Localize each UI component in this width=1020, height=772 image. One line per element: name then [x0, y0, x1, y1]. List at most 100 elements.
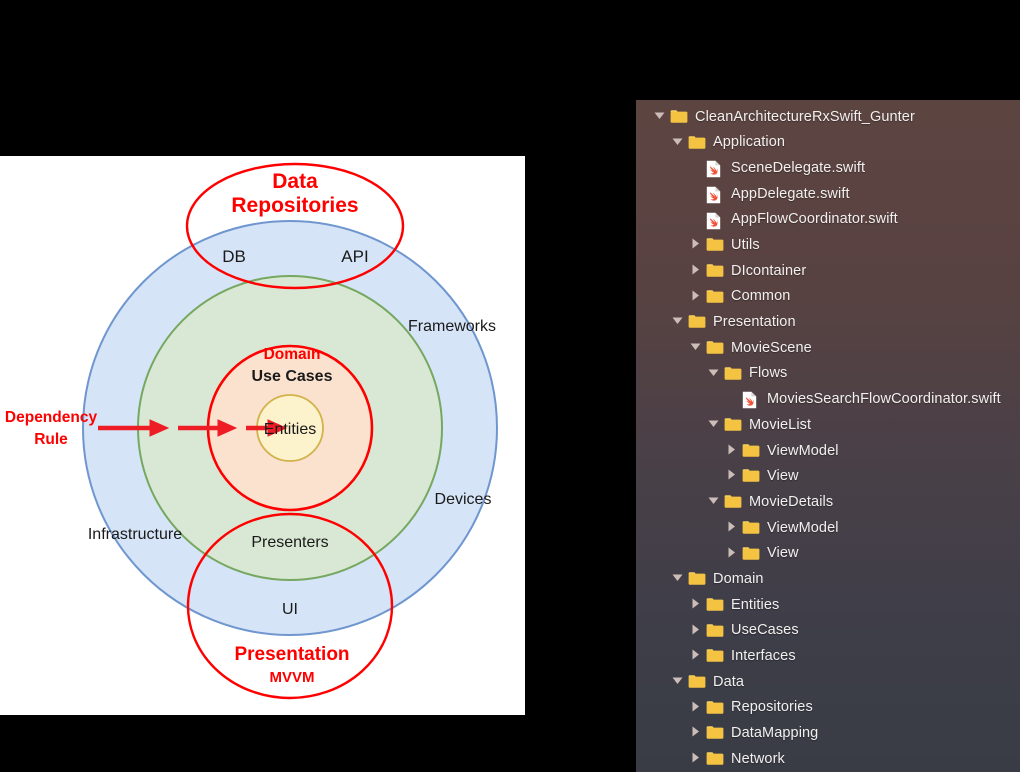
folder-icon	[742, 443, 760, 459]
label-data-repositories-line2: Repositories	[231, 194, 358, 217]
label-api: API	[341, 247, 368, 266]
chevron-right-icon[interactable]	[690, 290, 704, 304]
tree-item-label: DIcontainer	[731, 262, 807, 279]
folder-icon	[742, 468, 760, 484]
tree-item-label: Interfaces	[731, 648, 796, 665]
tree-row[interactable]: MovieList	[636, 412, 1020, 438]
chevron-down-icon[interactable]	[672, 675, 686, 689]
tree-row[interactable]: Flows	[636, 361, 1020, 387]
tree-row[interactable]: Utils	[636, 232, 1020, 258]
chevron-right-icon[interactable]	[726, 444, 740, 458]
tree-row[interactable]: Domain	[636, 566, 1020, 592]
tree-item-label: Entities	[731, 596, 780, 613]
tree-disclosure-placeholder	[690, 213, 704, 227]
folder-icon	[688, 674, 706, 690]
tree-row[interactable]: MoviesSearchFlowCoordinator.swift	[636, 387, 1020, 413]
chevron-down-icon[interactable]	[708, 367, 722, 381]
tree-row[interactable]: AppDelegate.swift	[636, 181, 1020, 207]
tree-row[interactable]: Network	[636, 746, 1020, 772]
chevron-down-icon[interactable]	[654, 110, 668, 124]
chevron-right-icon[interactable]	[690, 701, 704, 715]
tree-item-label: ViewModel	[767, 519, 839, 536]
label-entities: Entities	[264, 421, 316, 438]
tree-row[interactable]: Application	[636, 130, 1020, 156]
folder-icon	[724, 494, 742, 510]
chevron-right-icon[interactable]	[690, 624, 704, 638]
tree-item-label: View	[767, 468, 799, 485]
tree-row[interactable]: MovieScene	[636, 335, 1020, 361]
folder-icon	[706, 751, 724, 767]
tree-row[interactable]: DataMapping	[636, 721, 1020, 747]
folder-icon	[706, 263, 724, 279]
tree-disclosure-placeholder	[690, 187, 704, 201]
tree-item-label: Network	[731, 750, 785, 767]
tree-row[interactable]: ViewModel	[636, 438, 1020, 464]
tree-row[interactable]: Data	[636, 669, 1020, 695]
tree-item-label: MovieList	[749, 416, 812, 433]
chevron-right-icon[interactable]	[726, 547, 740, 561]
tree-row[interactable]: Entities	[636, 592, 1020, 618]
chevron-down-icon[interactable]	[672, 315, 686, 329]
tree-item-label: UseCases	[731, 622, 799, 639]
architecture-circles-svg: Data Repositories DB API Frameworks Devi…	[5, 162, 498, 700]
tree-item-label: Data	[713, 673, 745, 690]
chevron-down-icon[interactable]	[690, 341, 704, 355]
tree-item-label: Utils	[731, 237, 760, 254]
chevron-down-icon[interactable]	[708, 495, 722, 509]
tree-row[interactable]: ViewModel	[636, 515, 1020, 541]
project-file-tree[interactable]: CleanArchitectureRxSwift_Gunter Applicati…	[636, 100, 1020, 772]
tree-row[interactable]: View	[636, 464, 1020, 490]
label-frameworks: Frameworks	[408, 318, 496, 335]
tree-item-label: MovieDetails	[749, 493, 834, 510]
chevron-down-icon[interactable]	[672, 572, 686, 586]
folder-icon	[706, 597, 724, 613]
swift-file-icon	[706, 186, 724, 204]
tree-row[interactable]: View	[636, 541, 1020, 567]
folder-icon	[706, 340, 724, 356]
chevron-right-icon[interactable]	[726, 469, 740, 483]
tree-row[interactable]: Common	[636, 284, 1020, 310]
chevron-right-icon[interactable]	[690, 264, 704, 278]
chevron-right-icon[interactable]	[726, 521, 740, 535]
folder-icon	[706, 700, 724, 716]
label-data-repositories-line1: Data	[272, 170, 318, 193]
label-domain: Domain	[264, 346, 321, 363]
tree-item-label: Presentation	[713, 314, 796, 331]
label-infrastructure: Infrastructure	[88, 526, 182, 543]
tree-item-label: View	[767, 545, 799, 562]
chevron-right-icon[interactable]	[690, 598, 704, 612]
clean-architecture-diagram: Data Repositories DB API Frameworks Devi…	[0, 156, 525, 715]
tree-item-label: Domain	[713, 570, 764, 587]
folder-icon	[706, 237, 724, 253]
tree-item-label: Repositories	[731, 699, 813, 716]
chevron-right-icon[interactable]	[690, 238, 704, 252]
chevron-right-icon[interactable]	[690, 649, 704, 663]
chevron-right-icon[interactable]	[690, 752, 704, 766]
tree-item-label: CleanArchitectureRxSwift_Gunter	[695, 108, 915, 125]
tree-row[interactable]: Repositories	[636, 695, 1020, 721]
project-navigator-panel[interactable]: CleanArchitectureRxSwift_Gunter Applicati…	[636, 100, 1020, 772]
tree-row[interactable]: DIcontainer	[636, 258, 1020, 284]
tree-disclosure-placeholder	[690, 161, 704, 175]
tree-item-label: AppDelegate.swift	[731, 185, 850, 202]
tree-item-label: MoviesSearchFlowCoordinator.swift	[767, 391, 1001, 408]
label-devices: Devices	[435, 491, 492, 508]
tree-row[interactable]: UseCases	[636, 618, 1020, 644]
folder-icon	[670, 109, 688, 125]
chevron-down-icon[interactable]	[672, 136, 686, 150]
tree-row[interactable]: Presentation	[636, 310, 1020, 336]
folder-icon	[688, 571, 706, 587]
tree-row[interactable]: MovieDetails	[636, 489, 1020, 515]
chevron-down-icon[interactable]	[708, 418, 722, 432]
label-ui: UI	[282, 601, 298, 618]
tree-item-label: MovieScene	[731, 339, 812, 356]
tree-row[interactable]: SceneDelegate.swift	[636, 155, 1020, 181]
tree-item-label: SceneDelegate.swift	[731, 159, 866, 176]
tree-item-label: ViewModel	[767, 442, 839, 459]
chevron-right-icon[interactable]	[690, 726, 704, 740]
tree-item-label: AppFlowCoordinator.swift	[731, 211, 898, 228]
tree-row[interactable]: Interfaces	[636, 643, 1020, 669]
tree-row[interactable]: CleanArchitectureRxSwift_Gunter	[636, 104, 1020, 130]
folder-icon	[688, 314, 706, 330]
tree-row[interactable]: AppFlowCoordinator.swift	[636, 207, 1020, 233]
